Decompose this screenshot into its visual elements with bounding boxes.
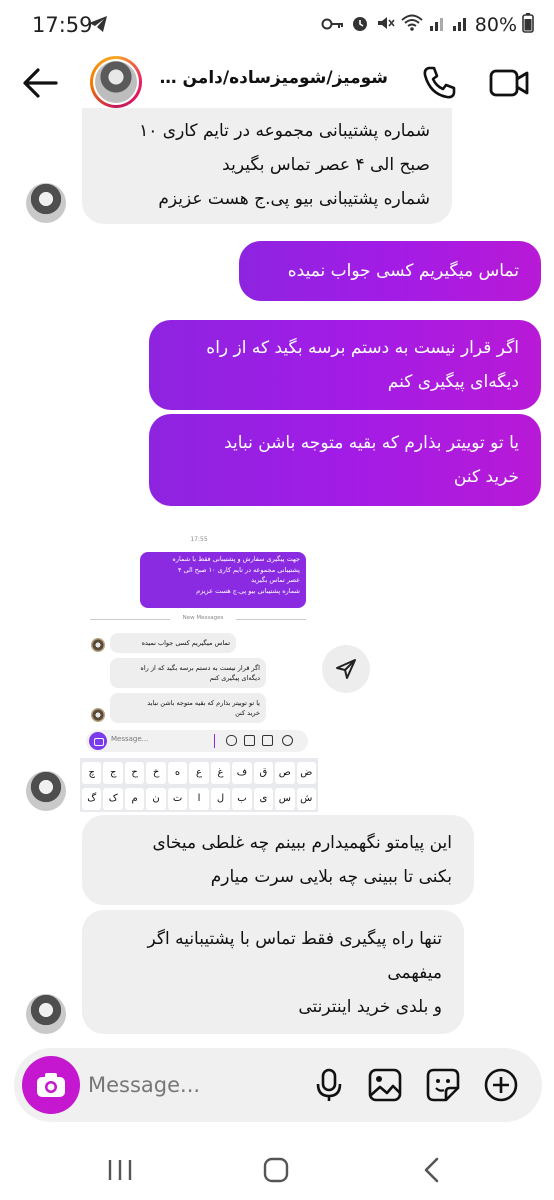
keyboard-key: ل — [210, 788, 231, 810]
camera-icon[interactable] — [22, 1056, 80, 1114]
new-messages-divider: New Messages — [90, 614, 306, 624]
back-icon[interactable] — [412, 1150, 452, 1190]
alarm-icon — [350, 13, 370, 37]
camera-icon — [89, 732, 107, 750]
chat-title[interactable]: شومیز/شومیزساده/دامن شل... — [156, 68, 388, 88]
shared-screenshot-image[interactable]: 17:55 جهت پیگیری سفارش و پشتیبانی فقط با… — [80, 530, 318, 812]
keyboard-key: ح — [124, 762, 145, 784]
keyboard-key: ت — [167, 788, 188, 810]
message-text: شماره پشتیبانی بیو پی.ج هست عزیزم — [158, 189, 430, 209]
message-text: و بلدی خرید اینترنتی — [298, 997, 442, 1017]
message-bubble-outgoing[interactable]: تماس میگیریم کسی جواب نمیده — [239, 241, 541, 301]
screenshot-incoming-bubble: اگر قرار نیست به دستم برسه بگید که از را… — [110, 658, 266, 688]
keyboard-key: ب — [232, 788, 252, 810]
keyboard-key: ض — [296, 762, 316, 784]
message-bubble-incoming[interactable]: تنها راه پیگیری فقط تماس با پشتیبانیه اگ… — [82, 910, 464, 1034]
mute-icon — [375, 13, 395, 37]
message-input[interactable] — [88, 1068, 288, 1102]
screenshot-incoming-bubble: یا تو توییتر بذارم که بقیه متوجه باشن نب… — [110, 693, 266, 723]
signal-icon — [452, 14, 470, 36]
share-send-button[interactable] — [322, 645, 370, 693]
message-text: شماره پشتیبانی مجموعه در تایم کاری ۱۰ — [139, 121, 430, 141]
message-bubble-incoming[interactable]: شماره پشتیبانی مجموعه در تایم کاری ۱۰ صب… — [82, 108, 452, 224]
back-arrow-icon[interactable] — [20, 64, 60, 102]
message-bubble-outgoing[interactable]: اگر قرار نیست به دستم برسه بگید که از را… — [149, 320, 541, 410]
message-text: تماس میگیریم کسی جواب نمیده — [287, 261, 519, 281]
gallery-icon — [244, 735, 255, 746]
sticker-icon — [262, 735, 273, 746]
sender-avatar[interactable] — [26, 771, 66, 811]
message-text: این پیامتو نگهمیدارم ببینم چه غلطی میخای — [152, 833, 452, 853]
sender-avatar[interactable] — [26, 994, 66, 1034]
status-bar: 17:59 80% — [0, 0, 554, 52]
message-text: اگر قرار نیست به دستم برسه بگید که از را… — [206, 338, 519, 358]
keyboard-key: ه — [167, 762, 188, 784]
system-navbar — [0, 1140, 554, 1200]
keyboard-key: ا — [189, 788, 209, 810]
home-icon[interactable] — [256, 1150, 296, 1190]
screenshot-avatar — [91, 638, 105, 652]
gallery-icon[interactable] — [366, 1066, 404, 1104]
status-time: 17:59 — [32, 13, 93, 37]
keyboard-key: ق — [253, 762, 274, 784]
battery-icon — [522, 13, 534, 37]
plus-icon — [282, 735, 293, 746]
keyboard-key: م — [124, 788, 145, 810]
keyboard-key: ش — [296, 788, 316, 810]
message-text: میفهمی — [387, 963, 442, 983]
screenshot-outgoing-bubble: جهت پیگیری سفارش و پشتیبانی فقط با شماره… — [140, 552, 306, 608]
keyboard-key: س — [275, 788, 295, 810]
message-bubble-incoming[interactable]: این پیامتو نگهمیدارم ببینم چه غلطی میخای… — [82, 815, 474, 905]
message-text: صبح الی ۴ عصر تماس بگیرید — [222, 155, 430, 175]
keyboard-key: ک — [103, 788, 123, 810]
screenshot-incoming-bubble: تماس میگیریم کسی جواب نمیده — [110, 633, 236, 653]
screenshot-keyboard: ضصقفغعهخحجچ شسیبلاتنمکگ — [80, 758, 318, 812]
message-text: خرید کنن — [453, 467, 519, 487]
recent-apps-icon[interactable] — [100, 1150, 140, 1190]
keyboard-key: گ — [82, 788, 102, 810]
status-icons: 80% — [321, 13, 534, 37]
battery-percent: 80% — [474, 14, 517, 36]
message-bubble-outgoing[interactable]: یا تو توییتر بذارم که بقیه متوجه باشن نب… — [149, 414, 541, 506]
telegram-icon — [88, 15, 108, 37]
wifi-icon — [400, 13, 424, 37]
video-icon[interactable] — [488, 64, 530, 102]
keyboard-key: ن — [146, 788, 166, 810]
message-composer — [14, 1048, 542, 1122]
keyboard-key: غ — [210, 762, 231, 784]
keyboard-row: شسیبلاتنمکگ — [82, 788, 316, 810]
keyboard-key: ج — [103, 762, 123, 784]
screenshot-composer: Message... — [86, 730, 308, 752]
timestamp: 17:55 — [190, 536, 208, 543]
signal-icon — [429, 14, 447, 36]
sender-avatar[interactable] — [26, 183, 66, 223]
phone-icon[interactable] — [420, 64, 458, 102]
keyboard-key: ع — [189, 762, 209, 784]
contact-avatar[interactable] — [90, 56, 142, 108]
microphone-icon[interactable] — [310, 1066, 348, 1104]
keyboard-key: ی — [253, 788, 274, 810]
message-text: تنها راه پیگیری فقط تماس با پشتیبانیه اگ… — [147, 929, 442, 949]
keyboard-key: خ — [146, 762, 166, 784]
sticker-icon[interactable] — [424, 1066, 462, 1104]
send-icon — [336, 659, 356, 679]
plus-icon[interactable] — [482, 1066, 520, 1104]
keyboard-key: ف — [232, 762, 252, 784]
screenshot-avatar — [91, 708, 105, 722]
keyboard-key: چ — [82, 762, 102, 784]
message-text: بکنی تا ببینی چه بلایی سرت میارم — [210, 867, 452, 887]
message-text: یا تو توییتر بذارم که بقیه متوجه باشن نب… — [224, 433, 519, 453]
microphone-icon — [226, 735, 237, 746]
key-icon — [321, 16, 345, 35]
keyboard-key: ص — [275, 762, 295, 784]
keyboard-row: ضصقفغعهخحجچ — [82, 762, 316, 784]
message-text: دیگه‌ای پیگیری کنم — [387, 372, 519, 392]
chat-header: شومیز/شومیزساده/دامن شل... — [0, 52, 554, 114]
